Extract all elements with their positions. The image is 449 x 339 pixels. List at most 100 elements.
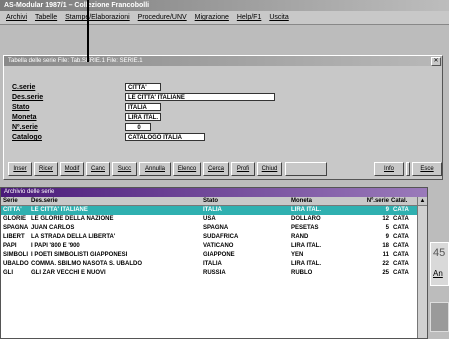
cell-moneta: RUBLO (291, 270, 313, 276)
annulla-button[interactable]: Annulla (139, 162, 171, 176)
menu-help[interactable]: Help/F1 (237, 11, 262, 24)
cell-desc: LE CITTA' ITALIANE (31, 207, 88, 213)
cell-nserie: 11 (382, 252, 389, 258)
cell-nserie: 22 (382, 261, 389, 267)
cell-desc: COMMA. SBILMO NASOTA S. UBALDO (31, 261, 142, 267)
desserie-field[interactable]: LE CITTA' ITALIANE (125, 93, 275, 101)
label-catalogo: Catalogo (12, 134, 42, 141)
table-row[interactable]: CITTA' LE CITTA' ITALIANE ITALIA LIRA IT… (1, 206, 417, 215)
cell-nserie: 18 (382, 243, 389, 249)
blank-button-2[interactable] (406, 162, 410, 176)
catalogo-field[interactable]: CATALOGO ITALIA (125, 133, 205, 141)
menu-tabelle[interactable]: Tabelle (35, 11, 57, 24)
list-scrollbar[interactable]: ▲ (417, 197, 427, 338)
chiud-button[interactable]: Chiud (257, 162, 282, 176)
menu-procedure[interactable]: Procedure/UNV (138, 11, 187, 24)
cell-moneta: DOLLARO (291, 216, 321, 222)
cell-stato: VATICANO (203, 243, 234, 249)
menu-bar: Archivi Tabelle Stampe/Elaborazioni Proc… (0, 11, 449, 25)
cell-nserie: 9 (385, 234, 389, 240)
nserie-field[interactable]: 0 (125, 123, 151, 131)
modif-button[interactable]: Modif (60, 162, 84, 176)
label-nserie: Nº.serie (12, 124, 38, 131)
cell-cat: CATA (393, 261, 409, 267)
cell-desc: JUAN CARLOS (31, 225, 75, 231)
side-button[interactable] (430, 302, 449, 332)
side-card-link[interactable]: An (433, 269, 443, 278)
menu-stampe[interactable]: Stampe/Elaborazioni (65, 11, 130, 24)
cell-desc: I PAPI '800 E '900 (31, 243, 80, 249)
cell-cat: CATA (393, 225, 409, 231)
menu-archivi[interactable]: Archivi (6, 11, 27, 24)
cell-stato: ITALIA (203, 207, 222, 213)
canc-button[interactable]: Canc (86, 162, 110, 176)
menu-uscita[interactable]: Uscita (269, 11, 288, 24)
table-row[interactable]: GLI GLI ZAR VECCHI E NUOVI RUSSIA RUBLO … (1, 269, 417, 278)
cell-cat: CATA (393, 252, 409, 258)
table-row[interactable]: LIBERT LA STRADA DELLA LIBERTA' SUDAFRIC… (1, 233, 417, 242)
cell-moneta: LIRA ITAL. (291, 261, 321, 267)
moneta-field[interactable]: LIRA ITAL. (125, 113, 161, 121)
app-title: AS-Modular 1987/1 – Collezione Francobol… (4, 2, 150, 9)
table-row[interactable]: SIMBOLI I POETI SIMBOLISTI GIAPPONESI GI… (1, 251, 417, 260)
cell-moneta: PESETAS (291, 225, 319, 231)
col-nserie[interactable]: Nº.serie (353, 197, 389, 205)
blank-button-1[interactable] (285, 162, 327, 176)
side-card: 45 An (430, 242, 449, 286)
cerca-button[interactable]: Cerca (203, 162, 229, 176)
esce-button[interactable]: Esce (412, 162, 442, 176)
cell-code: PAPI (3, 243, 17, 249)
cell-stato: SPAGNA (203, 225, 229, 231)
label-moneta: Moneta (12, 114, 37, 121)
elenco-button[interactable]: Elenco (173, 162, 201, 176)
cell-moneta: LIRA ITAL. (291, 243, 321, 249)
list-titlebar: Archivio delle serie (1, 188, 427, 197)
list-window: Archivio delle serie Serie Des.serie Sta… (0, 187, 428, 339)
col-serie[interactable]: Serie (3, 197, 29, 205)
ricer-button[interactable]: Ricer (34, 162, 58, 176)
side-card-number: 45 (433, 247, 446, 259)
cell-code: LIBERT (3, 234, 25, 240)
cell-code: UBALDO (3, 261, 29, 267)
cell-desc: GLI ZAR VECCHI E NUOVI (31, 270, 106, 276)
cell-nserie: 9 (385, 207, 389, 213)
table-row[interactable]: PAPI I PAPI '800 E '900 VATICANO LIRA IT… (1, 242, 417, 251)
cell-cat: CATA (393, 234, 409, 240)
form-title: Tabella delle serie File: Tab.SERIE.1 Fi… (8, 58, 143, 64)
cell-code: SIMBOLI (3, 252, 28, 258)
cserie-field[interactable]: CITTA' (125, 83, 161, 91)
col-desserie[interactable]: Des.serie (31, 197, 171, 205)
app-titlebar: AS-Modular 1987/1 – Collezione Francobol… (0, 0, 449, 11)
cell-stato: GIAPPONE (203, 252, 235, 258)
table-row[interactable]: UBALDO COMMA. SBILMO NASOTA S. UBALDO IT… (1, 260, 417, 269)
cell-cat: CATA (393, 216, 409, 222)
scroll-up-icon[interactable]: ▲ (418, 197, 427, 206)
col-catal[interactable]: Catal. (391, 197, 417, 205)
succ-button[interactable]: Succ (112, 162, 137, 176)
profi-button[interactable]: Profi (231, 162, 255, 176)
table-row[interactable]: GLORIE LE GLORIE DELLA NAZIONE USA DOLLA… (1, 215, 417, 224)
list-title: Archivio delle serie (4, 189, 55, 195)
info-button[interactable]: Info (374, 162, 404, 176)
stato-field[interactable]: ITALIA (125, 103, 161, 111)
form-close-button[interactable]: ✕ (431, 57, 441, 66)
cell-desc: LE GLORIE DELLA NAZIONE (31, 216, 114, 222)
col-moneta[interactable]: Moneta (291, 197, 351, 205)
cell-stato: RUSSIA (203, 270, 226, 276)
cell-code: CITTA' (3, 207, 22, 213)
cell-code: SPAGNA (3, 225, 29, 231)
cell-stato: USA (203, 216, 216, 222)
list-header: Serie Des.serie Stato Moneta Nº.serie Ca… (1, 197, 417, 206)
cell-cat: CATA (393, 207, 409, 213)
cell-moneta: LIRA ITAL. (291, 207, 321, 213)
table-row[interactable]: SPAGNA JUAN CARLOS SPAGNA PESETAS 5 CATA (1, 224, 417, 233)
inser-button[interactable]: Inser (8, 162, 32, 176)
menu-migrazione[interactable]: Migrazione (195, 11, 229, 24)
col-stato[interactable]: Stato (203, 197, 283, 205)
label-stato: Stato (12, 104, 30, 111)
cursor-line (87, 0, 89, 62)
label-cserie: C.serie (12, 84, 36, 91)
cell-cat: CATA (393, 270, 409, 276)
cell-desc: LA STRADA DELLA LIBERTA' (31, 234, 116, 240)
close-icon: ✕ (433, 58, 439, 64)
